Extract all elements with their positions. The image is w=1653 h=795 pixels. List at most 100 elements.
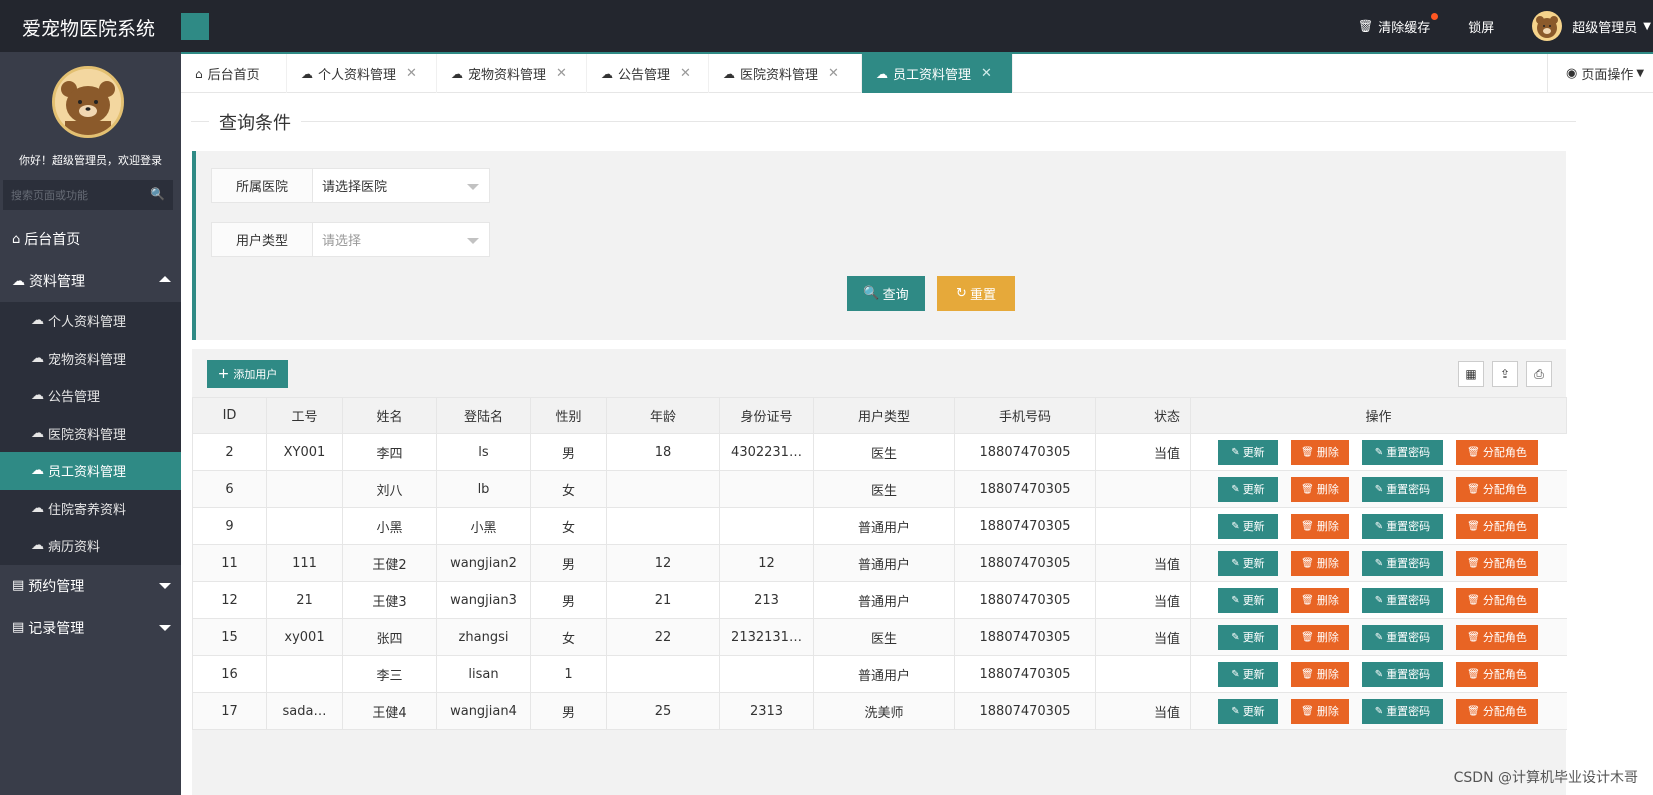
search-input[interactable] bbox=[3, 180, 173, 210]
update-button[interactable]: ✎ 更新 bbox=[1218, 661, 1278, 687]
update-button[interactable]: ✎ 更新 bbox=[1218, 624, 1278, 650]
clear-cache-button[interactable]: 🗑 清除缓存 bbox=[1358, 12, 1439, 36]
search-button[interactable]: 🔍 查询 bbox=[847, 276, 925, 311]
query-legend: 查询条件 bbox=[191, 109, 1576, 135]
update-button[interactable]: ✎ 更新 bbox=[1218, 476, 1278, 502]
chevron-down-icon: ▼ bbox=[1636, 68, 1645, 79]
delete-button-label: 删除 bbox=[1316, 594, 1339, 607]
delete-button[interactable]: 🗑 删除 bbox=[1291, 513, 1349, 539]
cloud-icon: ☁ bbox=[31, 463, 44, 479]
delete-button-label: 删除 bbox=[1316, 520, 1339, 533]
delete-button[interactable]: 🗑 删除 bbox=[1291, 661, 1349, 687]
close-icon[interactable]: ✕ bbox=[680, 66, 691, 81]
column-header[interactable]: 姓名 bbox=[342, 397, 437, 434]
user-menu[interactable]: 超级管理员 ▼ bbox=[1532, 11, 1651, 41]
update-button[interactable]: ✎ 更新 bbox=[1218, 550, 1278, 576]
chevron-down-icon: ▼ bbox=[1643, 20, 1651, 32]
table-cell bbox=[1095, 655, 1191, 693]
table-cell: 医生 bbox=[813, 470, 955, 508]
tab-notice[interactable]: ☁ 公告管理 ✕ bbox=[587, 54, 709, 93]
column-header[interactable]: 手机号码 bbox=[954, 397, 1096, 434]
edit-icon: ✎ bbox=[1231, 520, 1240, 532]
sidebar-item-data-management[interactable]: ☁ 资料管理 bbox=[0, 260, 181, 302]
column-header[interactable]: 工号 bbox=[266, 397, 343, 434]
tab-home[interactable]: ⌂ 后台首页 bbox=[181, 54, 287, 93]
reset-password-button[interactable]: ✎ 重置密码 bbox=[1362, 661, 1443, 687]
sidebar-item-notice[interactable]: ☁ 公告管理 bbox=[0, 377, 181, 415]
cloud-icon: ☁ bbox=[301, 66, 313, 81]
close-icon[interactable]: ✕ bbox=[828, 66, 839, 81]
add-user-button[interactable]: + 添加用户 bbox=[207, 360, 288, 388]
assign-role-button[interactable]: 🗑 分配角色 bbox=[1456, 587, 1538, 613]
reset-password-button[interactable]: ✎ 重置密码 bbox=[1362, 698, 1443, 724]
assign-role-button[interactable]: 🗑 分配角色 bbox=[1456, 439, 1538, 465]
assign-role-button[interactable]: 🗑 分配角色 bbox=[1456, 624, 1538, 650]
reset-password-button[interactable]: ✎ 重置密码 bbox=[1362, 439, 1443, 465]
export-icon[interactable]: ⇪ bbox=[1492, 361, 1518, 387]
print-icon[interactable]: ⎙ bbox=[1526, 361, 1552, 387]
edit-icon: ✎ bbox=[1374, 705, 1384, 717]
column-header: 操作 bbox=[1190, 397, 1567, 434]
assign-role-button[interactable]: 🗑 分配角色 bbox=[1456, 661, 1538, 687]
sidebar-item-appointment[interactable]: ▤ 预约管理 bbox=[0, 565, 181, 607]
reset-password-button[interactable]: ✎ 重置密码 bbox=[1362, 513, 1443, 539]
tab-pet[interactable]: ☁ 宠物资料管理 ✕ bbox=[437, 54, 587, 93]
close-icon[interactable]: ✕ bbox=[981, 66, 992, 81]
sidebar-item-staff[interactable]: ☁ 员工资料管理 bbox=[0, 452, 181, 490]
delete-button[interactable]: 🗑 删除 bbox=[1291, 439, 1349, 465]
reset-password-button[interactable]: ✎ 重置密码 bbox=[1362, 550, 1443, 576]
sidebar-item-pet[interactable]: ☁ 宠物资料管理 bbox=[0, 340, 181, 378]
close-icon[interactable]: ✕ bbox=[406, 66, 417, 81]
delete-button[interactable]: 🗑 删除 bbox=[1291, 476, 1349, 502]
tab-hospital[interactable]: ☁ 医院资料管理 ✕ bbox=[709, 54, 862, 93]
search-icon[interactable]: 🔍 bbox=[150, 187, 165, 201]
clipboard-icon: ▤ bbox=[12, 578, 25, 593]
columns-icon[interactable]: ▦ bbox=[1458, 361, 1484, 387]
column-header[interactable]: 身份证号 bbox=[719, 397, 814, 434]
column-header[interactable]: 用户类型 bbox=[813, 397, 955, 434]
column-header[interactable]: 年龄 bbox=[606, 397, 720, 434]
tab-personal[interactable]: ☁ 个人资料管理 ✕ bbox=[287, 54, 437, 93]
update-button[interactable]: ✎ 更新 bbox=[1218, 439, 1278, 465]
delete-button[interactable]: 🗑 删除 bbox=[1291, 624, 1349, 650]
page-operations-button[interactable]: ◉ 页面操作 ▼ bbox=[1547, 54, 1653, 93]
update-button[interactable]: ✎ 更新 bbox=[1218, 698, 1278, 724]
sidebar-item-boarding[interactable]: ☁ 住院寄养资料 bbox=[0, 490, 181, 528]
sidebar-item-record-management[interactable]: ▤ 记录管理 bbox=[0, 607, 181, 649]
tab-staff[interactable]: ☁ 员工资料管理 ✕ bbox=[862, 54, 1013, 93]
assign-role-button[interactable]: 🗑 分配角色 bbox=[1456, 550, 1538, 576]
hospital-select[interactable]: 请选择医院 bbox=[313, 168, 490, 203]
assign-role-button[interactable]: 🗑 分配角色 bbox=[1456, 513, 1538, 539]
delete-button[interactable]: 🗑 删除 bbox=[1291, 550, 1349, 576]
edit-icon: ✎ bbox=[1231, 557, 1240, 569]
user-type-select[interactable]: 请选择 bbox=[313, 222, 490, 257]
column-header[interactable]: ID bbox=[192, 397, 267, 434]
reset-password-button-label: 重置密码 bbox=[1386, 705, 1431, 718]
menu-toggle-button[interactable] bbox=[181, 13, 209, 40]
sidebar-item-personal[interactable]: ☁ 个人资料管理 bbox=[0, 302, 181, 340]
divider bbox=[191, 121, 1576, 122]
reset-password-button[interactable]: ✎ 重置密码 bbox=[1362, 587, 1443, 613]
column-header[interactable]: 状态 bbox=[1095, 397, 1191, 434]
column-header[interactable]: 性别 bbox=[530, 397, 607, 434]
reset-password-button[interactable]: ✎ 重置密码 bbox=[1362, 476, 1443, 502]
chevron-down-icon bbox=[159, 624, 171, 631]
close-icon[interactable]: ✕ bbox=[556, 66, 567, 81]
column-header[interactable]: 登陆名 bbox=[436, 397, 531, 434]
assign-role-button[interactable]: 🗑 分配角色 bbox=[1456, 476, 1538, 502]
reset-button[interactable]: ↻ 重置 bbox=[937, 276, 1015, 311]
delete-button[interactable]: 🗑 删除 bbox=[1291, 698, 1349, 724]
assign-role-button[interactable]: 🗑 分配角色 bbox=[1456, 698, 1538, 724]
sidebar-item-hospital[interactable]: ☁ 医院资料管理 bbox=[0, 415, 181, 453]
avatar bbox=[52, 66, 124, 138]
delete-button[interactable]: 🗑 删除 bbox=[1291, 587, 1349, 613]
reset-password-button[interactable]: ✎ 重置密码 bbox=[1362, 624, 1443, 650]
sidebar-item-records[interactable]: ☁ 病历资料 bbox=[0, 527, 181, 565]
table-cell: 15 bbox=[192, 618, 267, 656]
assign-role-button-label: 分配角色 bbox=[1482, 520, 1527, 533]
edit-icon: ✎ bbox=[1374, 446, 1384, 458]
sidebar-item-home[interactable]: ⌂ 后台首页 bbox=[0, 218, 181, 260]
lock-screen-button[interactable]: 锁屏 bbox=[1468, 17, 1494, 36]
update-button[interactable]: ✎ 更新 bbox=[1218, 513, 1278, 539]
update-button[interactable]: ✎ 更新 bbox=[1218, 587, 1278, 613]
